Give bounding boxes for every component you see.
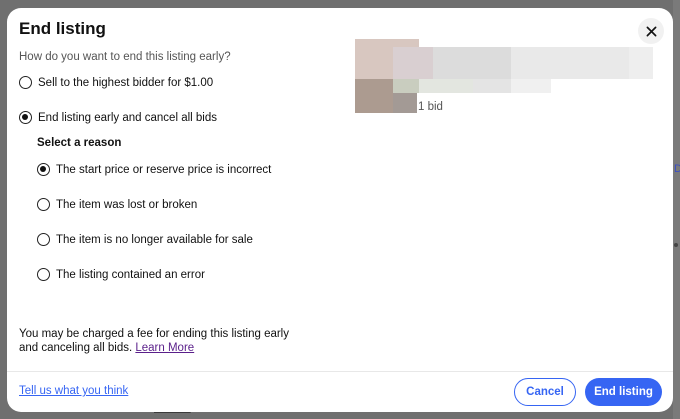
radio-button-selected[interactable] <box>37 163 50 176</box>
radio-button-selected[interactable] <box>19 111 32 124</box>
cancel-button[interactable]: Cancel <box>514 378 576 406</box>
footer-divider <box>7 371 673 372</box>
close-icon <box>646 26 656 36</box>
reason-label: The start price or reserve price is inco… <box>56 163 272 176</box>
reason-label: The item is no longer available for sale <box>56 233 253 246</box>
reason-lost-or-broken[interactable]: The item was lost or broken <box>37 198 197 211</box>
end-listing-button[interactable]: End listing <box>585 378 662 406</box>
reason-label: The item was lost or broken <box>56 198 198 211</box>
radio-button[interactable] <box>37 198 50 211</box>
option-label: Sell to the highest bidder for $1.00 <box>38 76 214 89</box>
reason-heading: Select a reason <box>37 137 122 149</box>
background-dot <box>674 243 678 247</box>
end-listing-dialog: End listing How do you want to end this … <box>7 8 673 412</box>
reason-label: The listing contained an error <box>56 268 205 281</box>
radio-button[interactable] <box>19 76 32 89</box>
radio-button[interactable] <box>37 268 50 281</box>
page-backdrop <box>673 0 680 419</box>
reason-price-incorrect[interactable]: The start price or reserve price is inco… <box>37 163 271 176</box>
option-end-and-cancel-bids[interactable]: End listing early and cancel all bids <box>19 111 217 124</box>
option-sell-to-highest-bidder[interactable]: Sell to the highest bidder for $1.00 <box>19 76 213 89</box>
reason-no-longer-available[interactable]: The item is no longer available for sale <box>37 233 253 246</box>
fee-note: You may be charged a fee for ending this… <box>19 328 309 355</box>
radio-button[interactable] <box>37 233 50 246</box>
bid-count: 1 bid <box>418 101 443 113</box>
learn-more-link[interactable]: Learn More <box>135 342 194 354</box>
option-label: End listing early and cancel all bids <box>38 111 217 124</box>
dialog-title: End listing <box>19 19 106 38</box>
item-thumbnail <box>355 39 655 113</box>
end-listing-question: How do you want to end this listing earl… <box>19 51 231 63</box>
background-link-fragment: D <box>674 163 680 175</box>
feedback-link[interactable]: Tell us what you think <box>19 385 128 397</box>
reason-listing-error[interactable]: The listing contained an error <box>37 268 205 281</box>
